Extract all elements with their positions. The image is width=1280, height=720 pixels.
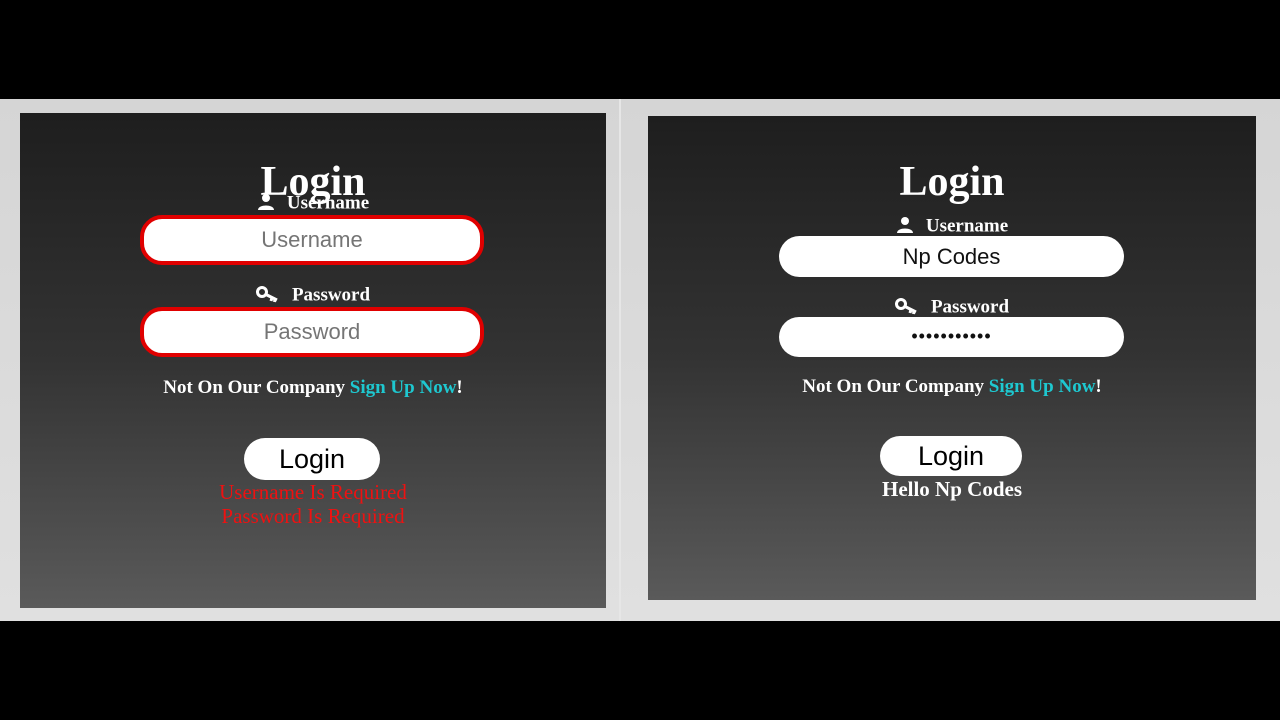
left-signup-prefix: Not On Our Company: [163, 377, 350, 398]
user-icon: [257, 193, 275, 215]
left-password-label: Password: [291, 284, 371, 306]
key-icon: [255, 285, 280, 307]
right-username-label: Username: [925, 215, 1009, 237]
right-password-label-row: Password: [648, 297, 1256, 319]
left-username-label: Username: [286, 192, 370, 214]
left-login-card: Login Username Password Not On Our Compa…: [20, 113, 606, 608]
left-signup-suffix: !: [456, 377, 463, 398]
key-icon: [894, 297, 919, 319]
right-signup-link[interactable]: Sign Up Now: [989, 376, 1096, 397]
right-signup-text: Not On Our Company Sign Up Now!: [648, 376, 1256, 398]
right-username-label-row: Username: [648, 216, 1256, 238]
left-error-username: Username Is Required: [219, 480, 407, 504]
left-login-button[interactable]: Login: [244, 438, 380, 480]
right-greeting: Hello Np Codes: [881, 477, 1022, 501]
right-login-card: Login Username Np Codes Password •••••••…: [648, 116, 1256, 600]
left-signup-text: Not On Our Company Sign Up Now!: [20, 377, 606, 399]
right-login-title: Login: [899, 159, 1005, 205]
right-login-button[interactable]: Login: [880, 436, 1022, 476]
right-password-input[interactable]: •••••••••••: [779, 317, 1124, 357]
right-password-label: Password: [930, 296, 1010, 318]
left-error-password: Password Is Required: [221, 504, 405, 528]
left-username-label-row: Username: [20, 193, 606, 215]
right-signup-prefix: Not On Our Company: [802, 376, 989, 397]
left-password-input[interactable]: [140, 307, 484, 357]
user-icon: [896, 216, 914, 238]
left-username-input[interactable]: [140, 215, 484, 265]
right-username-input[interactable]: Np Codes: [779, 236, 1124, 277]
left-password-label-row: Password: [20, 285, 606, 307]
left-signup-link[interactable]: Sign Up Now: [350, 377, 457, 398]
screenshot-stage: Login Username Password Not On Our Compa…: [0, 99, 1280, 621]
left-frame: Login Username Password Not On Our Compa…: [0, 99, 619, 621]
right-signup-suffix: !: [1095, 376, 1102, 397]
